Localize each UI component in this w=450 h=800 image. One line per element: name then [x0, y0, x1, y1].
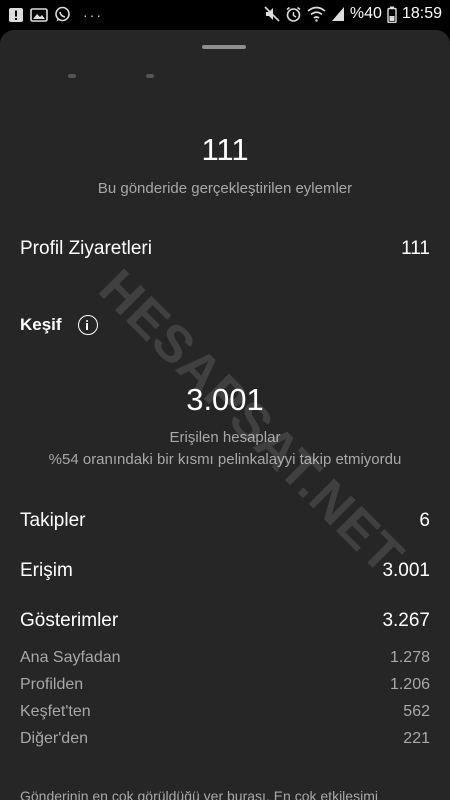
whatsapp-icon	[54, 6, 71, 23]
metric-value: 3.267	[382, 610, 430, 631]
scrolled-content-remnant	[60, 74, 160, 80]
metric-row-follows: Takipler 6	[20, 510, 430, 532]
impression-source-home: Ana Sayfadan 1.278	[20, 649, 430, 667]
source-label: Ana Sayfadan	[20, 649, 121, 666]
source-value: 1.278	[389, 649, 430, 666]
source-label: Diğer'den	[20, 730, 88, 747]
profile-visits-label: Profil Ziyaretleri	[20, 238, 152, 259]
reach-label: Erişilen hesaplar	[169, 429, 281, 446]
battery-icon	[387, 6, 397, 23]
footer-description: Gönderinin en çok görüldüğü yer burası. …	[20, 788, 378, 800]
profile-visits-row: Profil Ziyaretleri 111	[20, 238, 430, 260]
drag-handle[interactable]	[202, 45, 246, 49]
source-value: 562	[403, 703, 430, 720]
source-value: 1.206	[389, 676, 430, 693]
discovery-header: Keşif	[20, 315, 98, 335]
source-label: Profilden	[20, 676, 84, 693]
total-actions-label: Bu gönderide gerçekleştirilen eylemler	[97, 180, 353, 197]
metric-label: Gösterimler	[20, 610, 119, 631]
impression-source-other: Diğer'den 221	[20, 730, 430, 748]
source-value: 221	[403, 730, 430, 747]
reach-note: %54 oranındaki bir kısmı pelinkalayyi ta…	[48, 451, 402, 468]
more-icon: ···	[83, 6, 103, 23]
alert-icon	[8, 7, 24, 23]
total-actions-value: 111	[201, 132, 249, 167]
alarm-icon	[285, 6, 302, 23]
metric-label: Erişim	[20, 560, 73, 581]
signal-icon	[331, 6, 345, 22]
image-icon	[30, 7, 48, 23]
metric-label: Takipler	[20, 510, 86, 531]
profile-visits-value: 111	[401, 238, 430, 259]
clock: 18:59	[401, 5, 442, 22]
metric-row-impressions: Gösterimler 3.267	[20, 610, 430, 632]
discovery-title: Keşif	[20, 315, 62, 334]
notification-icons: ···	[8, 6, 103, 23]
status-bar: ··· %40 18:59	[0, 0, 450, 30]
metric-value: 6	[419, 510, 430, 531]
info-icon[interactable]	[77, 315, 98, 335]
metric-value: 3.001	[382, 560, 430, 581]
source-label: Keşfet'ten	[20, 703, 91, 720]
impression-source-explore: Keşfet'ten 562	[20, 703, 430, 721]
battery-percent: %40	[349, 5, 382, 22]
impression-source-profile: Profilden 1.206	[20, 676, 430, 694]
mute-icon	[264, 6, 280, 22]
metric-row-reach: Erişim 3.001	[20, 560, 430, 582]
reach-value: 3.001	[186, 382, 264, 417]
system-icons: %40 18:59	[264, 5, 442, 23]
insights-sheet: 111 Bu gönderide gerçekleştirilen eyleml…	[0, 30, 450, 800]
wifi-icon	[307, 6, 326, 22]
